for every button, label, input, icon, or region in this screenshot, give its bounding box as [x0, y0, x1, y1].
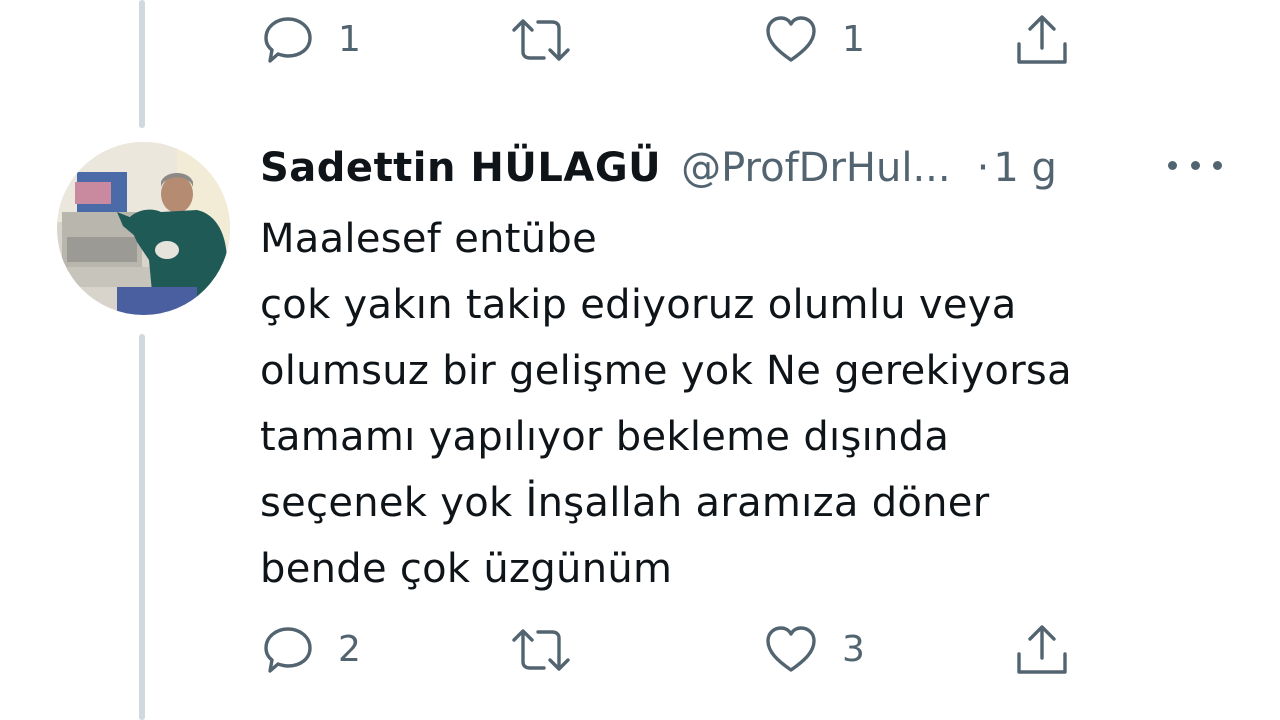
- like-count: 3: [842, 629, 865, 670]
- avatar[interactable]: [57, 142, 230, 315]
- share-button[interactable]: [1014, 620, 1070, 680]
- tweet-text-line: tamamı yapılıyor bekleme dışında: [260, 414, 950, 460]
- reply-count: 1: [338, 19, 361, 60]
- tweet-timestamp[interactable]: 1 g: [993, 145, 1057, 191]
- share-button[interactable]: [1014, 10, 1070, 70]
- user-handle[interactable]: @ProfDrHul...: [681, 145, 950, 191]
- tweet-text: Maalesef entübe çok yakın takip ediyoruz…: [260, 206, 1250, 602]
- meta-separator: ·: [976, 145, 990, 191]
- retweet-button[interactable]: [510, 10, 596, 70]
- reply-bubble-icon: [262, 624, 314, 676]
- share-upload-icon: [1014, 12, 1070, 68]
- reply-button[interactable]: 1: [262, 10, 361, 70]
- tweet-text-line: seçenek yok İnşallah aramıza döner: [260, 480, 990, 526]
- tweet-actions: 2 3: [0, 620, 1280, 680]
- more-options-button[interactable]: [1168, 150, 1222, 180]
- reply-count: 2: [338, 629, 361, 670]
- like-button[interactable]: 3: [764, 620, 865, 680]
- reply-button[interactable]: 2: [262, 620, 361, 680]
- previous-tweet-actions: 1 1: [0, 10, 1280, 70]
- tweet-thread: 1 1 Sadettin HÜLAGÜ @ProfDrHul... · 1 g …: [0, 0, 1280, 720]
- display-name[interactable]: Sadettin HÜLAGÜ: [260, 145, 661, 191]
- more-dots-icon: [1168, 160, 1177, 170]
- more-dots-icon: [1213, 160, 1222, 170]
- like-count: 1: [842, 19, 865, 60]
- tweet-text-line: bende çok üzgünüm: [260, 546, 673, 592]
- like-button[interactable]: 1: [764, 10, 865, 70]
- heart-icon: [764, 624, 818, 676]
- more-dots-icon: [1190, 160, 1200, 170]
- heart-icon: [764, 14, 818, 66]
- retweet-button[interactable]: [510, 620, 596, 680]
- tweet-text-line: olumsuz bir gelişme yok Ne gerekiyorsa: [260, 348, 1072, 394]
- retweet-icon: [510, 624, 572, 676]
- share-upload-icon: [1014, 622, 1070, 678]
- tweet-text-line: çok yakın takip ediyoruz olumlu veya: [260, 282, 1017, 328]
- retweet-icon: [510, 14, 572, 66]
- reply-bubble-icon: [262, 14, 314, 66]
- tweet-header: Sadettin HÜLAGÜ @ProfDrHul... · 1 g: [260, 140, 1057, 196]
- tweet-text-line: Maalesef entübe: [260, 216, 597, 262]
- avatar-photo: [57, 142, 230, 315]
